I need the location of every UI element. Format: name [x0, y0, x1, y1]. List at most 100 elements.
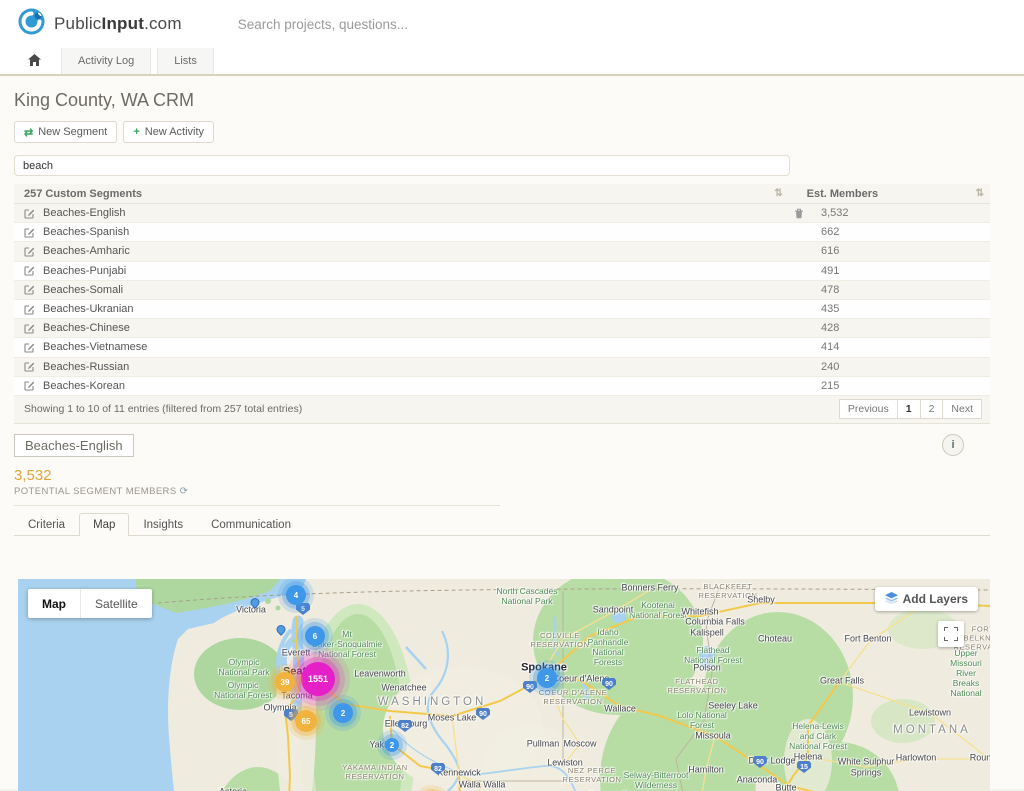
segment-detail: Beaches-English i 3,532 POTENTIAL SEGMEN…	[14, 434, 990, 536]
refresh-icon[interactable]: ⟳	[180, 486, 189, 497]
segment-members: 3,532	[817, 207, 990, 219]
edit-segment-icon[interactable]	[24, 208, 35, 219]
edit-segment-icon[interactable]	[24, 380, 35, 391]
segment-name[interactable]: Beaches-Korean	[43, 380, 125, 392]
fullscreen-icon	[944, 627, 958, 641]
table-row[interactable]: Beaches-Russian 240	[14, 358, 990, 377]
segment-members: 662	[817, 226, 990, 238]
segment-members: 428	[817, 322, 990, 334]
top-header: PublicInput.com	[0, 0, 1024, 48]
segment-name[interactable]: Beaches-Spanish	[43, 226, 129, 238]
map-type-map-button[interactable]: Map	[28, 589, 80, 618]
segment-name[interactable]: Beaches-Chinese	[43, 322, 130, 334]
page-button-2[interactable]: 2	[920, 399, 944, 419]
page-title: King County, WA CRM	[0, 76, 1024, 111]
map-cluster-marker[interactable]: 2	[537, 668, 557, 688]
map-cluster-marker[interactable]: 1551	[301, 662, 335, 696]
info-button[interactable]: i	[942, 434, 964, 456]
table-row[interactable]: Beaches-Somali 478	[14, 281, 990, 300]
add-layers-button[interactable]: Add Layers	[875, 587, 978, 611]
segment-members: 491	[817, 265, 990, 277]
segment-name[interactable]: Beaches-Ukranian	[43, 303, 134, 315]
tab-activity-log[interactable]: Activity Log	[61, 48, 151, 74]
map-cluster-marker[interactable]: 2	[333, 703, 353, 723]
pagination: Previous12Next	[840, 399, 982, 419]
map-terrain	[18, 579, 990, 791]
segment-members: 435	[817, 303, 990, 315]
new-activity-button[interactable]: + New Activity	[123, 121, 214, 143]
detail-tab-map[interactable]: Map	[79, 513, 129, 536]
publicinput-logo-icon	[18, 8, 45, 40]
edit-segment-icon[interactable]	[24, 342, 35, 353]
segment-filter-input[interactable]	[14, 155, 790, 176]
segment-name-box[interactable]: Beaches-English	[14, 434, 134, 457]
edit-segment-icon[interactable]	[24, 284, 35, 295]
nav-tabbar: Activity Log Lists	[0, 48, 1024, 76]
fullscreen-button[interactable]	[938, 621, 964, 647]
edit-segment-icon[interactable]	[24, 246, 35, 257]
layers-icon	[885, 592, 898, 607]
segment-arrows-icon: ⇄	[24, 126, 33, 139]
map-cluster-marker[interactable]: 65	[295, 710, 317, 732]
edit-segment-icon[interactable]	[24, 304, 35, 315]
detail-tabs: CriteriaMapInsightsCommunication	[14, 512, 990, 536]
divider	[14, 505, 500, 506]
column-header-segments[interactable]: 257 Custom Segments	[14, 188, 761, 200]
brand-text: PublicInput.com	[54, 14, 182, 34]
segment-members: 414	[817, 341, 990, 353]
main-content: King County, WA CRM ⇄ New Segment + New …	[0, 76, 1024, 789]
table-row[interactable]: Beaches-Korean 215	[14, 377, 990, 396]
page-button-previous[interactable]: Previous	[839, 399, 898, 419]
segment-members: 616	[817, 245, 990, 257]
page-button-next[interactable]: Next	[942, 399, 982, 419]
segment-name[interactable]: Beaches-English	[43, 207, 126, 219]
map-type-control: Map Satellite	[28, 589, 152, 618]
global-search-input[interactable]	[238, 17, 558, 32]
segment-name[interactable]: Beaches-Amharic	[43, 245, 130, 257]
delete-segment-icon[interactable]	[794, 208, 804, 219]
map-cluster-marker[interactable]: 6	[305, 626, 325, 646]
segments-table-body: Beaches-English 3,532 Beaches-Spanish 66…	[14, 204, 990, 396]
table-row[interactable]: Beaches-Vietnamese 414	[14, 338, 990, 357]
segment-name[interactable]: Beaches-Vietnamese	[43, 341, 147, 353]
table-row[interactable]: Beaches-Chinese 428	[14, 319, 990, 338]
brand[interactable]: PublicInput.com	[18, 8, 182, 40]
table-row[interactable]: Beaches-Amharic 616	[14, 242, 990, 261]
member-count: 3,532	[14, 467, 990, 484]
table-row[interactable]: Beaches-Punjabi 491	[14, 262, 990, 281]
segment-members: 215	[817, 380, 990, 392]
map-cluster-marker[interactable]: 39	[275, 672, 295, 692]
segment-members: 478	[817, 284, 990, 296]
table-row[interactable]: Beaches-Spanish 662	[14, 223, 990, 242]
map-cluster-marker[interactable]: 4	[286, 585, 306, 605]
map-container[interactable]: VictoriaNorth Cascades National ParkBonn…	[18, 579, 990, 791]
detail-tab-insights[interactable]: Insights	[129, 513, 197, 536]
segment-name[interactable]: Beaches-Russian	[43, 361, 129, 373]
map-type-satellite-button[interactable]: Satellite	[80, 589, 152, 618]
new-segment-button[interactable]: ⇄ New Segment	[14, 121, 117, 143]
home-icon	[28, 54, 41, 69]
segment-members: 240	[817, 361, 990, 373]
sort-icon[interactable]: ⇅	[761, 188, 797, 199]
table-info-text: Showing 1 to 10 of 11 entries (filtered …	[24, 403, 302, 415]
edit-segment-icon[interactable]	[24, 361, 35, 372]
table-row[interactable]: Beaches-English 3,532	[14, 204, 990, 223]
plus-icon: +	[133, 126, 139, 138]
map-cluster-marker[interactable]: 2	[385, 738, 399, 752]
segment-name[interactable]: Beaches-Punjabi	[43, 265, 126, 277]
column-header-members[interactable]: Est. Members	[803, 188, 976, 200]
segments-table: 257 Custom Segments ⇅ Est. Members ⇅ Bea…	[14, 184, 990, 424]
edit-segment-icon[interactable]	[24, 265, 35, 276]
page-button-1[interactable]: 1	[897, 399, 921, 419]
table-row[interactable]: Beaches-Ukranian 435	[14, 300, 990, 319]
table-header[interactable]: 257 Custom Segments ⇅ Est. Members ⇅	[14, 184, 990, 204]
home-tab[interactable]	[14, 48, 55, 74]
segment-name[interactable]: Beaches-Somali	[43, 284, 123, 296]
tab-lists[interactable]: Lists	[157, 48, 214, 74]
edit-segment-icon[interactable]	[24, 323, 35, 334]
member-count-label: POTENTIAL SEGMENT MEMBERS ⟳	[14, 486, 990, 497]
detail-tab-communication[interactable]: Communication	[197, 513, 305, 536]
sort-desc-icon[interactable]: ⇅	[976, 188, 984, 199]
edit-segment-icon[interactable]	[24, 227, 35, 238]
detail-tab-criteria[interactable]: Criteria	[14, 513, 79, 536]
